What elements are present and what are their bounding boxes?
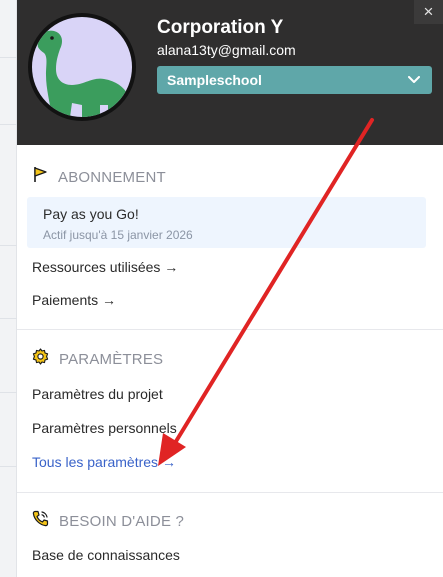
school-selector[interactable]: Sampleschool [157, 66, 432, 94]
link-payments[interactable]: Paiements → [32, 292, 116, 308]
account-dropdown-panel: Corporation Y alana13ty@gmail.com Sample… [17, 0, 443, 577]
gear-icon [32, 348, 49, 370]
link-project-settings[interactable]: Paramètres du projet [32, 386, 163, 402]
link-resources-used[interactable]: Ressources utilisées → [32, 259, 178, 275]
background-page [0, 0, 17, 577]
subscription-heading: ABONNEMENT [32, 166, 166, 188]
flag-icon [32, 166, 48, 188]
settings-heading: PARAMÈTRES [32, 348, 163, 370]
school-selector-label: Sampleschool [167, 72, 262, 88]
plan-validity: Actif jusqu'à 15 janvier 2026 [43, 228, 193, 242]
help-heading: BESOIN D'AIDE ? [32, 510, 184, 532]
link-all-settings[interactable]: Tous les paramètres → [32, 454, 176, 470]
link-personal-settings[interactable]: Paramètres personnels [32, 420, 177, 436]
organization-name: Corporation Y [157, 17, 284, 38]
plan-name: Pay as you Go! [43, 206, 139, 222]
close-icon[interactable]: × [414, 0, 443, 24]
phone-icon [32, 510, 49, 532]
link-knowledge-base[interactable]: Base de connaissances [32, 547, 180, 563]
chevron-down-icon [408, 66, 420, 94]
dinosaur-avatar-icon [28, 13, 136, 121]
settings-heading-text: PARAMÈTRES [59, 350, 164, 368]
subscription-card: Pay as you Go! Actif jusqu'à 15 janvier … [27, 197, 426, 248]
section-divider [17, 329, 443, 330]
help-heading-text: BESOIN D'AIDE ? [59, 512, 185, 530]
subscription-heading-text: ABONNEMENT [58, 168, 166, 186]
section-divider [17, 492, 443, 493]
account-header: Corporation Y alana13ty@gmail.com Sample… [17, 0, 443, 145]
user-email: alana13ty@gmail.com [157, 42, 296, 58]
